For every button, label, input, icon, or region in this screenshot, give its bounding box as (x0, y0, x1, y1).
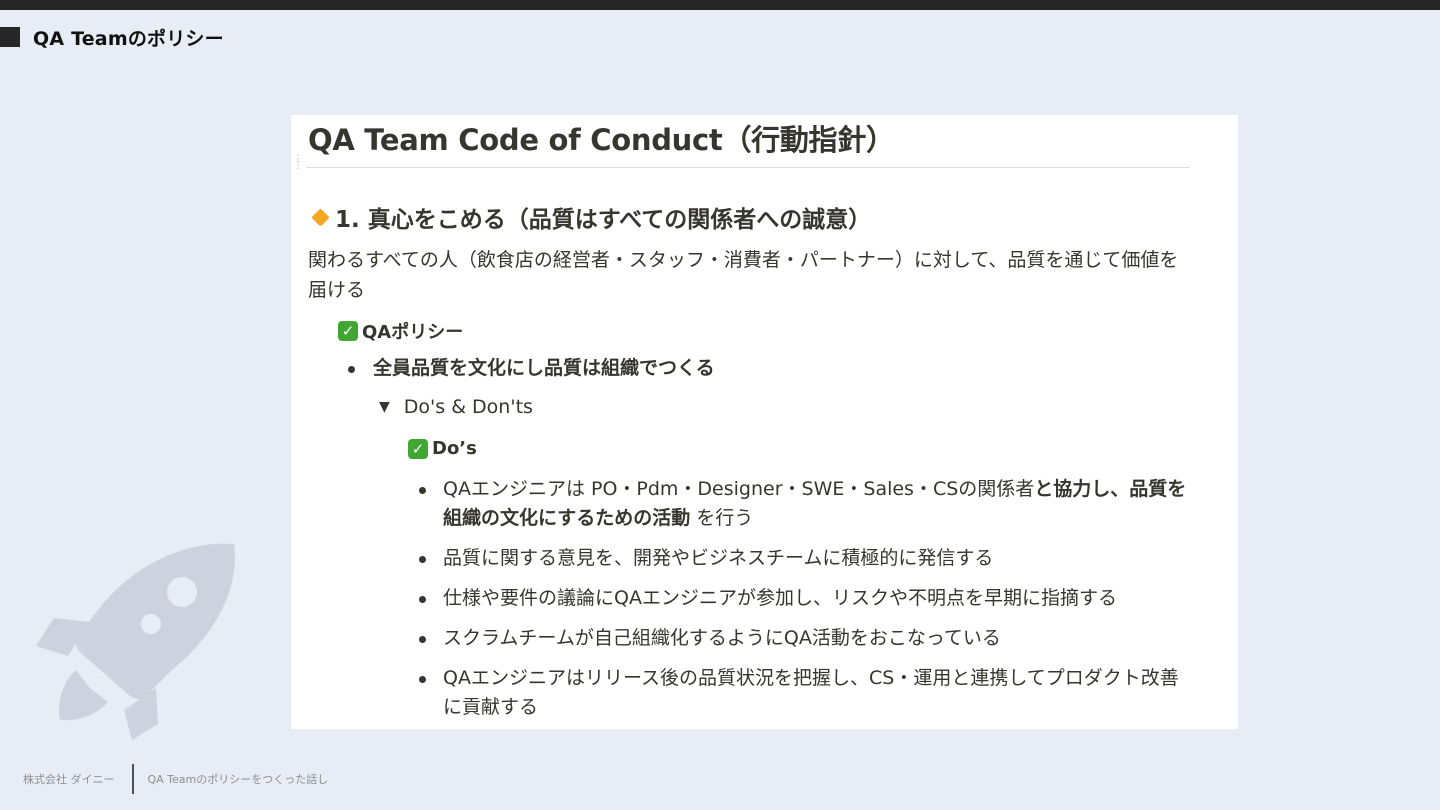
document-screenshot: QA Team Code of Conduct（行動指針） ⋮ ⋮ 1. 真心をこ… (291, 115, 1238, 729)
slide-title: QA Teamのポリシー (33, 27, 224, 50)
section-heading: 1. 真心をこめる（品質はすべての関係者への誠意） (310, 200, 871, 234)
dos-item: QAエンジニアはリリース後の品質状況を把握し、CS・運用と連携してプロダクト改善… (443, 667, 1179, 718)
section-description: 関わるすべての人（飲食店の経営者・スタッフ・消費者・パートナー）に対して、品質を… (308, 249, 1179, 301)
policy-label: ✓ QAポリシー (338, 318, 463, 344)
section-heading-text: 1. 真心をこめる（品質はすべての関係者への誠意） (335, 207, 872, 233)
footer-divider (131, 764, 134, 794)
dos-label-text: Do’s (432, 438, 477, 459)
bullet-icon (419, 636, 426, 643)
top-bar (0, 0, 1440, 10)
bullet-icon (419, 596, 426, 603)
dos-item: 仕様や要件の議論にQAエンジニアが参加し、リスクや不明点を早期に指摘する (443, 587, 1117, 609)
toggle-triangle-icon[interactable]: ▼ (379, 399, 390, 415)
toggle-label: Do's & Don'ts (403, 396, 533, 418)
check-mark-icon: ✓ (408, 438, 428, 459)
square-marker-icon (0, 27, 20, 47)
bullet-icon (348, 366, 355, 373)
footer: 株式会社 ダイニー QA Teamのポリシーをつくった話し (23, 764, 328, 794)
footer-company: 株式会社 ダイニー (23, 773, 115, 786)
rocket-icon (36, 543, 235, 740)
dos-item-text: QAエンジニアは PO・Pdm・Designer・SWE・Sales・CSの関係… (443, 478, 1035, 500)
dos-item-text-end: を行う (690, 507, 754, 529)
bullet-icon (419, 487, 426, 494)
title-divider (306, 167, 1190, 168)
slide-header: QA Teamのポリシー (0, 25, 224, 50)
dos-donts-toggle[interactable]: ▼ Do's & Don'ts (379, 396, 533, 418)
footer-talk-title: QA Teamのポリシーをつくった話し (147, 773, 329, 786)
document-title: QA Team Code of Conduct（行動指針） (308, 123, 895, 157)
dos-item: QAエンジニアは PO・Pdm・Designer・SWE・Sales・CSの関係… (443, 475, 1193, 533)
dos-item: スクラムチームが自己組織化するようにQA活動をおこなっている (443, 627, 1001, 649)
dos-label: ✓ Do’s (408, 438, 477, 459)
bullet-icon (419, 676, 426, 683)
dos-item: 品質に関する意見を、開発やビジネスチームに積極的に発信する (443, 547, 994, 569)
check-mark-icon: ✓ (338, 321, 358, 341)
policy-item: 全員品質を文化にし品質は組織でつくる (373, 357, 715, 379)
bullet-icon (419, 556, 426, 563)
drag-handle-icon[interactable]: ⋮ ⋮ (293, 155, 303, 171)
orange-diamond-icon (311, 207, 330, 227)
policy-label-text: QAポリシー (362, 322, 464, 343)
